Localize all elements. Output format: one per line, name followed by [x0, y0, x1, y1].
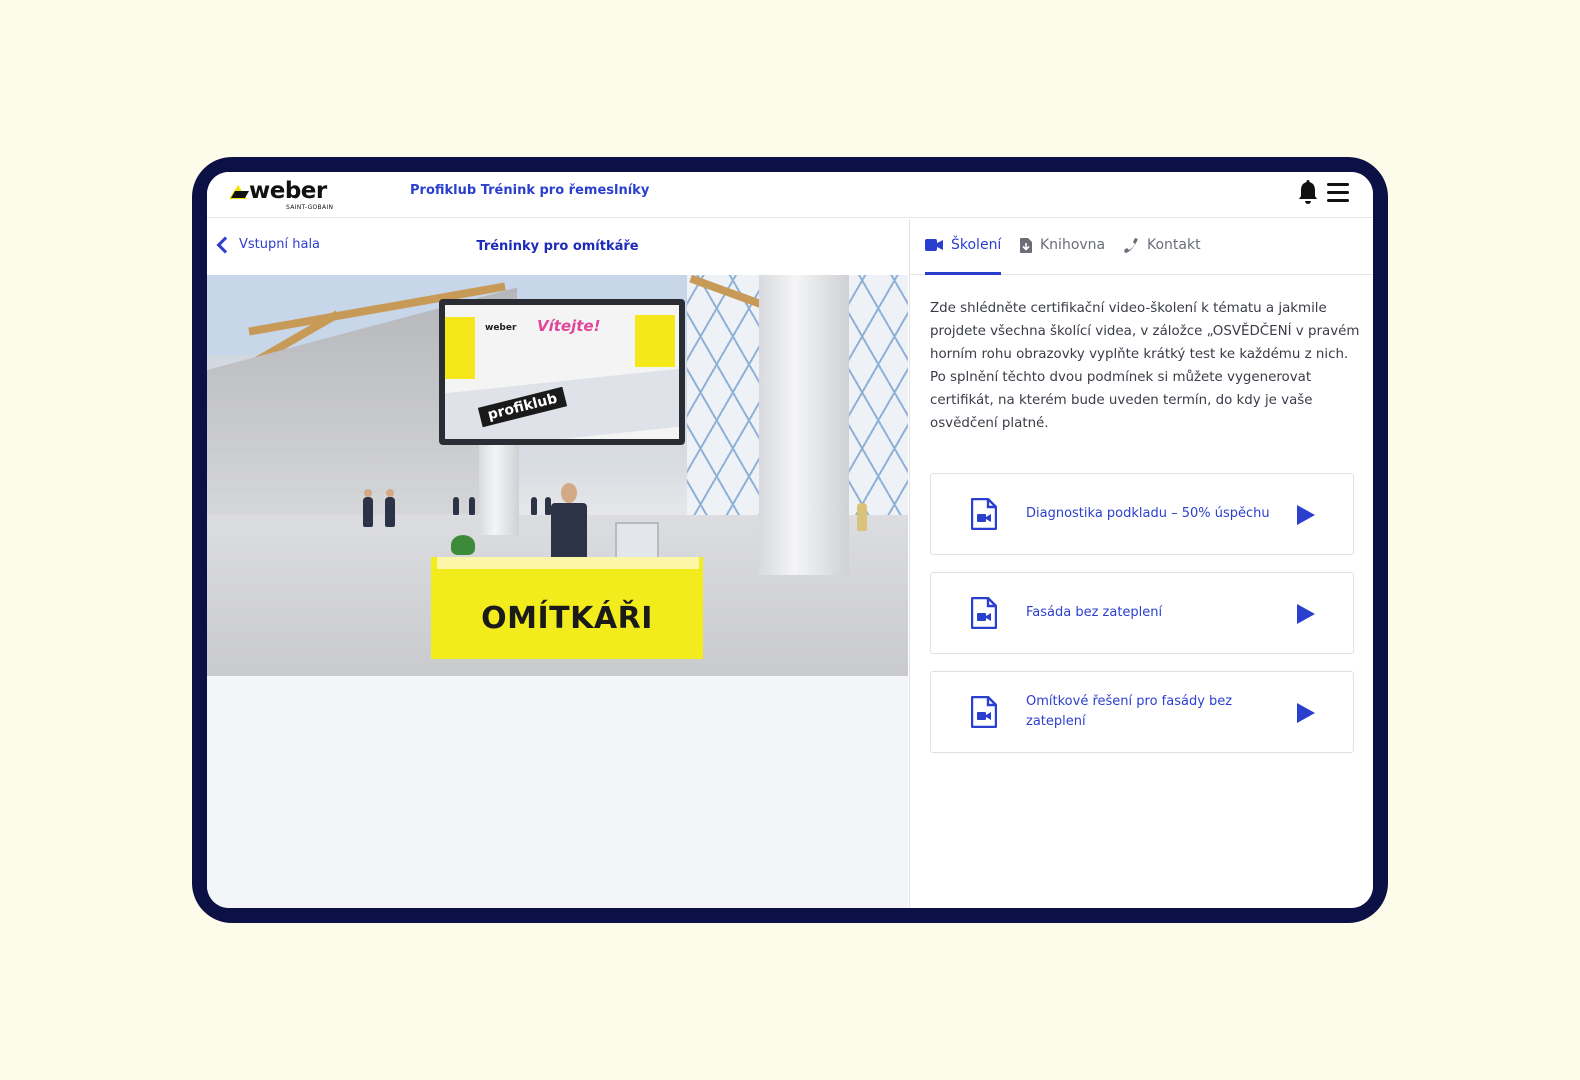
video-file-icon [971, 597, 997, 629]
booth-host-avatar [551, 503, 587, 563]
virtual-booth-scene[interactable]: weber Vítejte! profiklub OMÍTKÁŘI [207, 275, 908, 676]
weber-logo[interactable]: weber SAINT-GOBAIN [229, 178, 339, 212]
tab-kontakt-label: Kontakt [1147, 237, 1201, 253]
scene-monitor [615, 522, 659, 562]
play-icon[interactable] [1297, 505, 1315, 525]
video-item-label: Omítkové řešení pro fasády bez zateplení [1026, 694, 1233, 729]
app-screen: weber SAINT-GOBAIN Profiklub Trénink pro… [207, 172, 1373, 908]
video-camera-icon [925, 239, 943, 251]
scene-person [453, 497, 459, 515]
phone-icon [1124, 237, 1138, 253]
file-download-icon [1020, 237, 1032, 253]
screen-welcome-text: Vítejte! [537, 317, 601, 335]
scene-person-head [386, 489, 394, 497]
hamburger-menu-icon[interactable] [1327, 183, 1349, 203]
training-description: Zde shlédněte certifikační video-školení… [930, 301, 1360, 431]
scene-person-head [364, 489, 372, 497]
video-item-label: Diagnostika podkladu – 50% úspěchu [1026, 506, 1270, 521]
tab-bar: Školení Knihovna Kontakt [910, 219, 1373, 275]
chevron-left-icon [216, 236, 234, 253]
scene-person [531, 497, 537, 515]
back-link[interactable]: Vstupní hala [215, 236, 321, 253]
video-item-omitkove-reseni[interactable]: Omítkové řešení pro fasády bez zateplení [930, 671, 1354, 753]
left-panel-header: Tréninky pro omítkáře Vstupní hala [207, 219, 908, 275]
screen-brand: weber [485, 323, 517, 333]
tab-kontakt[interactable]: Kontakt [1124, 237, 1201, 253]
play-icon[interactable] [1297, 604, 1315, 624]
tab-knihovna[interactable]: Knihovna [1020, 237, 1105, 253]
logo-subtext: SAINT-GOBAIN [286, 204, 334, 211]
tab-skoleni[interactable]: Školení [925, 237, 1001, 253]
video-file-icon [971, 498, 997, 530]
scene-person [469, 497, 475, 515]
scene-person [385, 497, 395, 527]
scene-plant [451, 535, 475, 555]
logo-wordmark: weber [249, 178, 327, 204]
scene-person [363, 497, 373, 527]
top-bar: weber SAINT-GOBAIN Profiklub Trénink pro… [207, 172, 1373, 218]
tab-skoleni-label: Školení [951, 237, 1002, 253]
scene-person [857, 503, 867, 531]
play-icon[interactable] [1297, 703, 1315, 723]
video-file-icon [971, 696, 997, 728]
scene-pillar [479, 435, 519, 535]
back-link-label: Vstupní hala [239, 237, 321, 252]
bell-icon[interactable] [1297, 180, 1319, 206]
video-item-label: Fasáda bez zateplení [1026, 605, 1163, 620]
right-panel: Školení Knihovna Kontakt Zde shlédněte c… [909, 219, 1373, 908]
scene-pillar [759, 275, 849, 575]
booth-desk-label: OMÍTKÁŘI [481, 601, 653, 636]
tab-knihovna-label: Knihovna [1040, 237, 1106, 253]
video-item-diagnostika[interactable]: Diagnostika podkladu – 50% úspěchu [930, 473, 1354, 555]
left-panel: Tréninky pro omítkáře Vstupní hala weber… [207, 219, 908, 908]
video-item-fasada[interactable]: Fasáda bez zateplení [930, 572, 1354, 654]
app-title: Profiklub Trénink pro řemeslníky [410, 183, 650, 198]
active-tab-indicator [925, 272, 1001, 275]
tablet-frame: weber SAINT-GOBAIN Profiklub Trénink pro… [192, 157, 1388, 923]
booth-desk-top [437, 557, 699, 569]
booth-host-head [561, 483, 577, 503]
welcome-screen-display: weber Vítejte! profiklub [439, 299, 685, 445]
